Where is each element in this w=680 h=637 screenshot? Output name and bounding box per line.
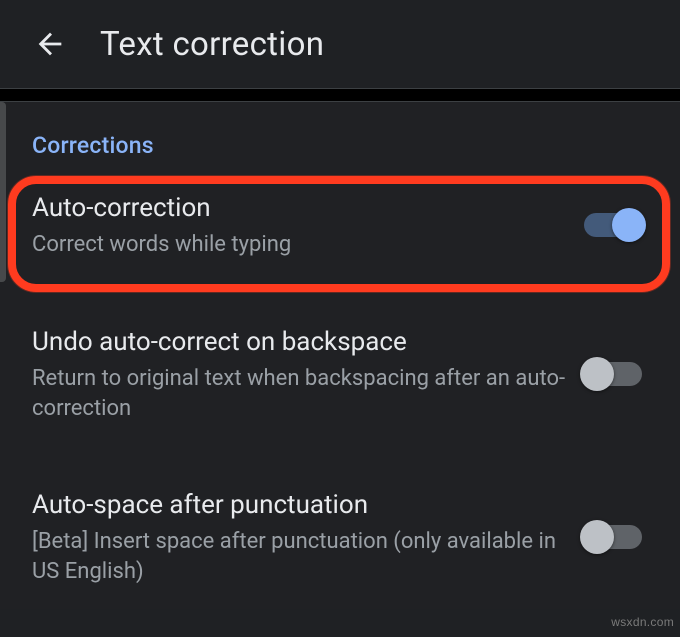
section-header-corrections: Corrections [0,132,680,169]
arrow-back-icon [33,27,67,61]
row-text: Undo auto-correct on backspace Return to… [32,325,584,423]
edge-indicator [0,102,6,282]
row-text: Auto-space after punctuation [Beta] Inse… [32,488,584,586]
toggle-auto-space[interactable] [584,525,642,549]
toggle-auto-correction[interactable] [584,213,642,237]
row-undo-backspace[interactable]: Undo auto-correct on backspace Return to… [0,303,680,445]
appbar: Text correction [0,0,680,88]
row-title: Undo auto-correct on backspace [32,325,568,360]
page-title: Text correction [100,25,324,64]
watermark: wsxdn.com [611,615,674,629]
content: Corrections Auto-correction Correct word… [0,102,680,609]
row-subtitle: Return to original text when backspacing… [32,364,568,423]
row-title: Auto-correction [32,191,568,226]
row-subtitle: Correct words while typing [32,230,568,260]
appbar-divider [0,88,680,102]
toggle-knob [580,520,614,554]
toggle-knob [612,208,646,242]
row-subtitle: [Beta] Insert space after punctuation (o… [32,527,568,586]
back-button[interactable] [28,22,72,66]
toggle-undo-backspace[interactable] [584,362,642,386]
row-auto-correction[interactable]: Auto-correction Correct words while typi… [0,169,680,282]
row-title: Auto-space after punctuation [32,488,568,523]
toggle-knob [580,357,614,391]
row-text: Auto-correction Correct words while typi… [32,191,584,260]
row-auto-space[interactable]: Auto-space after punctuation [Beta] Inse… [0,466,680,608]
